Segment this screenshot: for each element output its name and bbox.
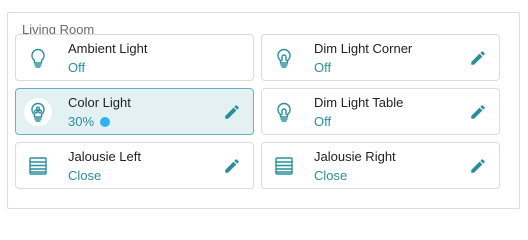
device-state: Close [314, 168, 348, 183]
blinds-icon [24, 152, 52, 180]
device-name: Color Light [68, 95, 131, 110]
device-tile-dim-light-corner[interactable]: Dim Light Corner Off [261, 34, 500, 81]
device-name: Ambient Light [68, 41, 148, 56]
device-state: Close [68, 168, 102, 183]
device-name: Jalousie Left [68, 149, 141, 164]
device-tile-dim-light-table[interactable]: Dim Light Table Off [261, 88, 500, 135]
blinds-icon [270, 152, 298, 180]
color-bulb-icon [24, 98, 52, 126]
lightbulb-icon [270, 44, 298, 72]
device-state: Off [68, 60, 86, 75]
edit-pencil-icon[interactable] [467, 101, 489, 123]
lightbulb-icon [24, 44, 52, 72]
device-tile-ambient-light[interactable]: Ambient Light Off [15, 34, 254, 81]
color-indicator-dot [100, 116, 111, 127]
device-tile-jalousie-left[interactable]: Jalousie Left Close [15, 142, 254, 189]
device-tile-jalousie-right[interactable]: Jalousie Right Close [261, 142, 500, 189]
device-name: Dim Light Corner [314, 41, 413, 56]
device-state: 30% [68, 114, 111, 129]
edit-pencil-icon[interactable] [221, 101, 243, 123]
edit-pencil-icon[interactable] [221, 155, 243, 177]
device-level: 30% [68, 114, 95, 129]
edit-pencil-icon[interactable] [467, 47, 489, 69]
device-tile-color-light[interactable]: Color Light 30% [15, 88, 254, 135]
device-name: Dim Light Table [314, 95, 404, 110]
device-state: Off [314, 114, 332, 129]
device-state: Off [314, 60, 332, 75]
device-name: Jalousie Right [314, 149, 396, 164]
lightbulb-icon [270, 98, 298, 126]
edit-pencil-icon[interactable] [467, 155, 489, 177]
